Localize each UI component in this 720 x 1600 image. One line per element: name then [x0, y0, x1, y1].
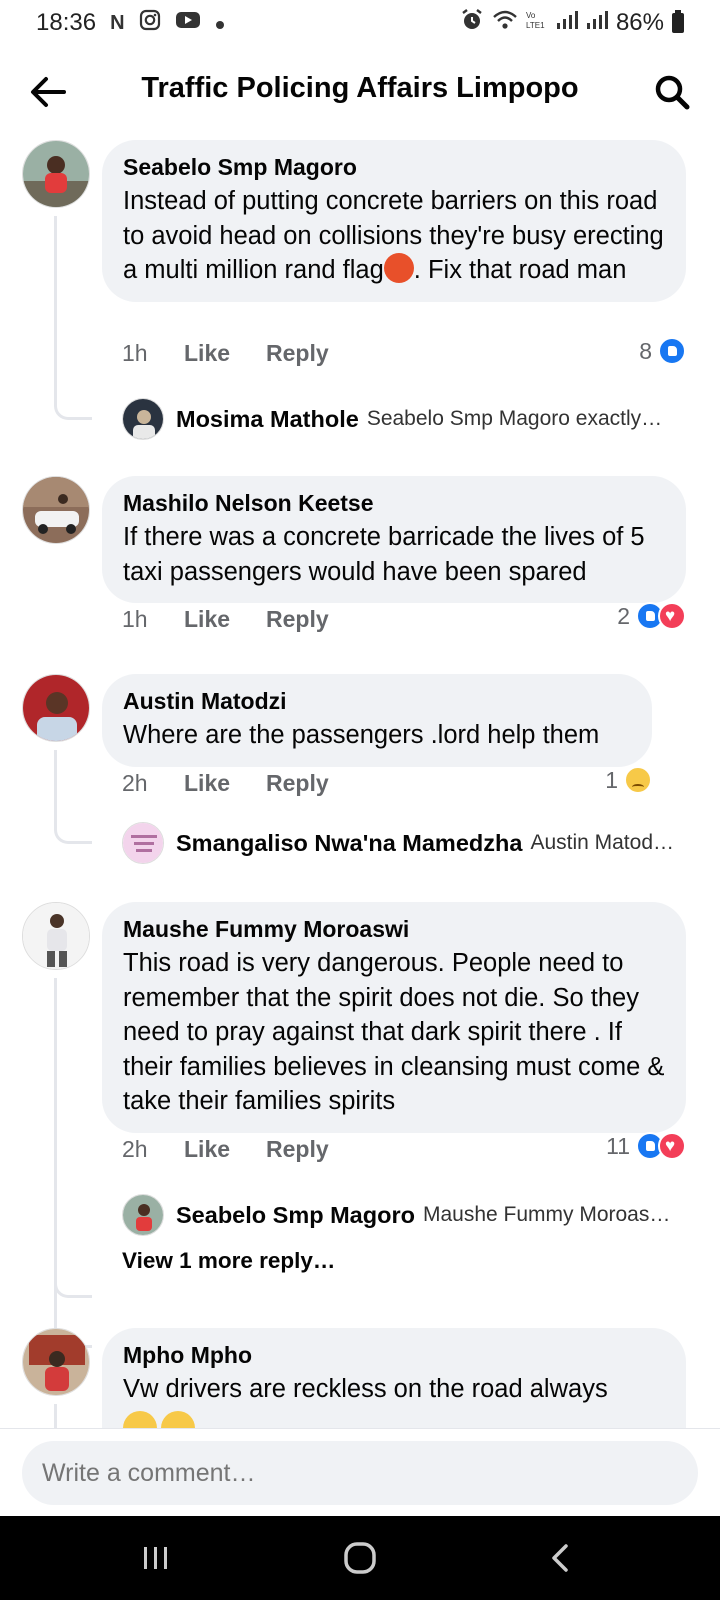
comment-time: 2h	[122, 1136, 148, 1162]
netflix-icon: N	[110, 12, 125, 34]
comment-text-part: . Fix that road man	[413, 256, 627, 284]
signal-icon-2	[586, 9, 608, 38]
comment-author[interactable]: Mashilo Nelson Keetse	[123, 488, 666, 518]
comment-time: 1h	[122, 340, 148, 366]
reaction-count: 1	[605, 766, 618, 793]
youtube-icon	[175, 9, 201, 37]
reply-text: Seabelo Smp Magoro exactly…	[366, 407, 663, 430]
comment-text: This road is very dangerous. People need…	[123, 949, 665, 1115]
comment-author[interactable]: Maushe Fummy Moroaswi	[123, 914, 666, 944]
thread-line	[54, 216, 92, 420]
comment-bubble[interactable]: Seabelo Smp Magoro Instead of putting co…	[102, 140, 686, 302]
battery-icon	[672, 10, 684, 33]
comment-text: If there was a concrete barricade the li…	[123, 523, 645, 586]
reply-preview[interactable]: Seabelo Smp Magoro Maushe Fummy Moroas…	[122, 1194, 692, 1236]
love-reaction-icon	[658, 602, 686, 630]
like-button[interactable]: Like	[184, 606, 266, 633]
comment-bubble[interactable]: Mpho Mpho Vw drivers are reckless on the…	[102, 1328, 686, 1430]
nav-back-icon[interactable]	[530, 1538, 590, 1578]
angry-face-emoji	[383, 253, 414, 283]
reactions[interactable]: 8	[639, 337, 686, 365]
reply-button[interactable]: Reply	[266, 1136, 329, 1163]
recents-icon[interactable]	[126, 1538, 186, 1578]
reply-preview[interactable]: Smangaliso Nwa'na Mamedzha Austin Matod…	[122, 822, 692, 864]
reply-button[interactable]: Reply	[266, 606, 329, 633]
reply-button[interactable]: Reply	[266, 340, 329, 367]
avatar[interactable]	[22, 1328, 90, 1396]
comment-actions: 2h Like Reply	[122, 770, 329, 797]
comment-bubble[interactable]: Mashilo Nelson Keetse If there was a con…	[102, 476, 686, 603]
alarm-icon	[460, 8, 484, 39]
thread-line	[54, 1404, 92, 1430]
avatar[interactable]	[122, 398, 164, 440]
comment-actions: 1h Like Reply	[122, 340, 329, 367]
comment-author[interactable]: Mpho Mpho	[123, 1340, 666, 1370]
like-button[interactable]: Like	[184, 340, 266, 367]
search-icon[interactable]	[648, 68, 696, 116]
reply-button[interactable]: Reply	[266, 770, 329, 797]
lte-icon: Vo LTE1	[526, 9, 548, 38]
page-title: Traffic Policing Affairs Limpopo	[141, 72, 579, 104]
system-nav-bar	[0, 1516, 720, 1600]
like-button[interactable]: Like	[184, 770, 266, 797]
reply-author[interactable]: Seabelo Smp Magoro	[176, 1202, 415, 1229]
avatar[interactable]	[122, 822, 164, 864]
app-header: Traffic Policing Affairs Limpopo	[0, 60, 720, 122]
avatar[interactable]	[122, 1194, 164, 1236]
instagram-icon	[139, 9, 161, 38]
comment-actions: 2h Like Reply	[122, 1136, 329, 1163]
reactions[interactable]: 1	[605, 766, 652, 794]
reactions[interactable]: 2	[617, 602, 686, 630]
avatar[interactable]	[22, 476, 90, 544]
comment-bubble[interactable]: Maushe Fummy Moroaswi This road is very …	[102, 902, 686, 1133]
avatar[interactable]	[22, 140, 90, 208]
comment-text: Vw drivers are reckless on the road alwa…	[123, 1375, 608, 1403]
comment-actions: 1h Like Reply	[122, 606, 329, 633]
reply-text: Austin Matod…	[530, 831, 675, 854]
reaction-count: 2	[617, 602, 630, 629]
thread-line	[54, 750, 92, 844]
thread-line	[54, 978, 92, 1348]
svg-text:LTE1: LTE1	[526, 21, 545, 30]
status-time: 18:36	[36, 9, 97, 36]
reply-author[interactable]: Smangaliso Nwa'na Mamedzha	[176, 830, 522, 857]
reaction-count: 8	[639, 337, 652, 364]
battery-percent: 86%	[615, 9, 664, 36]
avatar[interactable]	[22, 674, 90, 742]
avatar[interactable]	[22, 902, 90, 970]
reply-preview[interactable]: Mosima Mathole Seabelo Smp Magoro exactl…	[122, 398, 692, 440]
reaction-count: 11	[606, 1132, 630, 1159]
reactions[interactable]: 11	[606, 1132, 686, 1160]
comment-composer-bar	[0, 1428, 720, 1516]
love-reaction-icon	[658, 1132, 686, 1160]
like-reaction-icon	[658, 337, 686, 365]
comment-time: 2h	[122, 770, 148, 796]
comment-author[interactable]: Austin Matodzi	[123, 686, 632, 716]
dot-icon	[215, 9, 225, 37]
comment-bubble[interactable]: Austin Matodzi Where are the passengers …	[102, 674, 652, 767]
comments-feed[interactable]: Seabelo Smp Magoro Instead of putting co…	[0, 130, 720, 1430]
comment-text: Instead of putting concrete barriers on …	[123, 184, 666, 288]
view-more-replies-link[interactable]: View 1 more reply…	[122, 1248, 335, 1274]
status-bar: 18:36 N Vo LTE1 86%	[0, 0, 720, 46]
sad-reaction-icon	[624, 766, 652, 794]
comment-author[interactable]: Seabelo Smp Magoro	[123, 152, 666, 182]
svg-text:Vo: Vo	[526, 11, 536, 20]
home-icon[interactable]	[330, 1538, 390, 1578]
signal-icon	[556, 9, 578, 38]
reply-author[interactable]: Mosima Mathole	[176, 406, 359, 433]
like-button[interactable]: Like	[184, 1136, 266, 1163]
comment-text: Where are the passengers .lord help them	[123, 721, 600, 749]
comment-time: 1h	[122, 606, 148, 632]
reply-text: Maushe Fummy Moroas…	[422, 1203, 671, 1226]
wifi-icon	[492, 9, 518, 38]
comment-input[interactable]	[22, 1441, 698, 1505]
